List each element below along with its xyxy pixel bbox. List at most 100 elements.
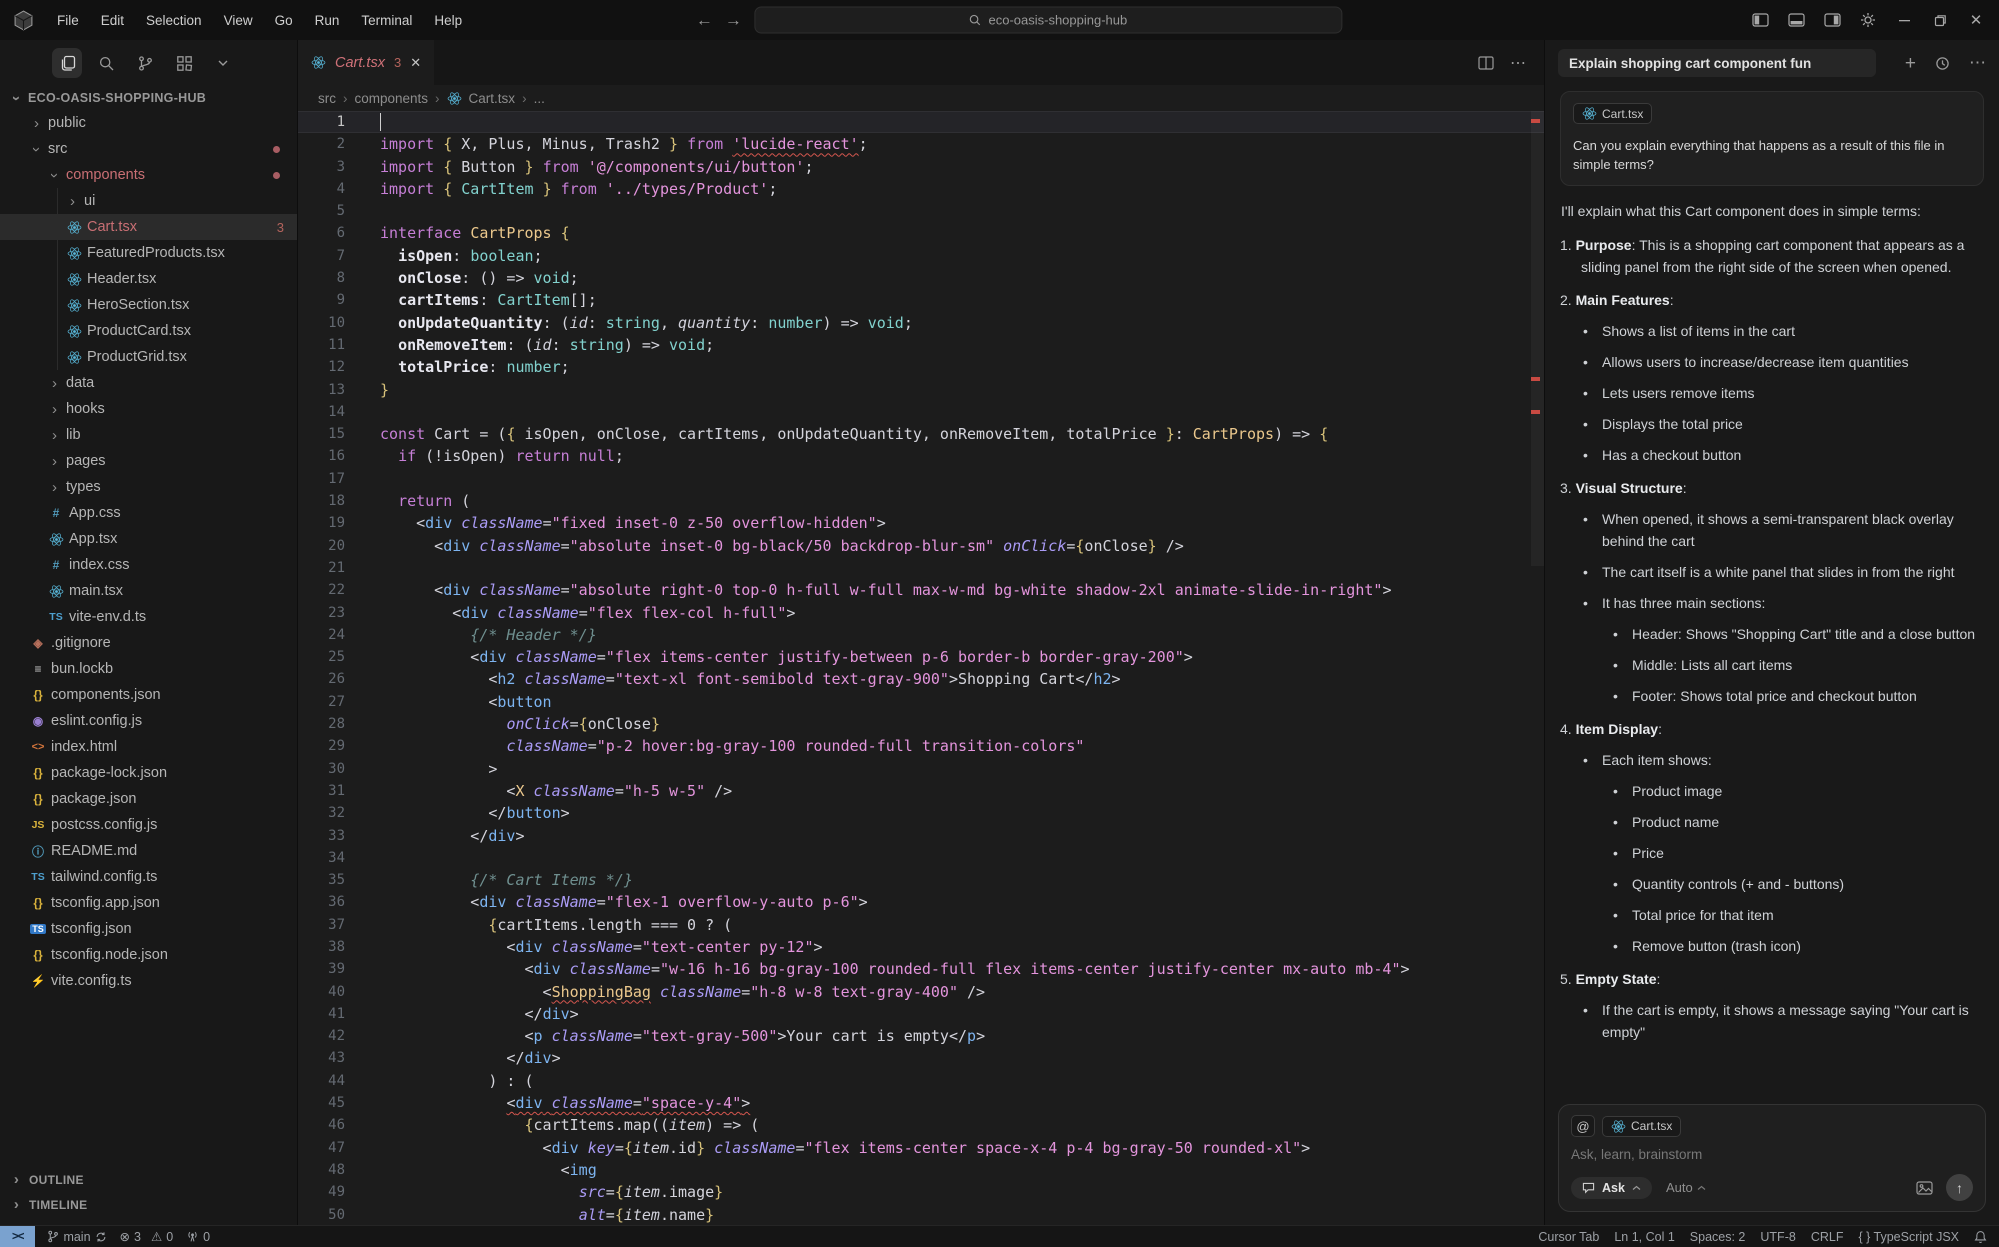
toggle-bottom-panel-icon[interactable] xyxy=(1779,5,1813,35)
tree-file-components-json[interactable]: {}components.json xyxy=(0,682,297,708)
tab-cart-tsx[interactable]: Cart.tsx 3 ✕ xyxy=(298,40,434,85)
chat-input-box[interactable]: @ Cart.tsx Ask, learn, brainstorm Ask Au… xyxy=(1558,1104,1986,1212)
menu-terminal[interactable]: Terminal xyxy=(351,9,422,32)
menu-file[interactable]: File xyxy=(47,9,89,32)
chat-input-placeholder[interactable]: Ask, learn, brainstorm xyxy=(1571,1147,1973,1162)
tree-folder-components[interactable]: ›components xyxy=(0,162,297,188)
status-spaces-2[interactable]: Spaces: 2 xyxy=(1690,1230,1746,1244)
tree-file-header-tsx[interactable]: Header.tsx xyxy=(0,266,297,292)
settings-gear-icon[interactable] xyxy=(1851,5,1885,35)
tree-folder-ui[interactable]: ›ui xyxy=(0,188,297,214)
ports-item[interactable]: 0 xyxy=(186,1230,210,1244)
tree-file-herosection-tsx[interactable]: HeroSection.tsx xyxy=(0,292,297,318)
tree-file-cart-tsx[interactable]: Cart.tsx3 xyxy=(0,214,297,240)
back-arrow[interactable]: ← xyxy=(696,12,713,29)
status-cursor-tab[interactable]: Cursor Tab xyxy=(1538,1230,1599,1244)
tree-file-tsconfig-json[interactable]: TStsconfig.json xyxy=(0,916,297,942)
new-chat-icon[interactable]: + xyxy=(1905,54,1916,73)
tree-folder-public[interactable]: ›public xyxy=(0,110,297,136)
input-context-chip[interactable]: Cart.tsx xyxy=(1602,1116,1681,1137)
remote-indicator[interactable]: >< xyxy=(0,1226,35,1247)
tree-folder-hooks[interactable]: ›hooks xyxy=(0,396,297,422)
split-editor-icon[interactable] xyxy=(1478,56,1494,70)
forward-arrow[interactable]: → xyxy=(725,12,742,29)
menu-view[interactable]: View xyxy=(214,9,263,32)
outline-panel-header[interactable]: ›OUTLINE xyxy=(0,1167,297,1192)
menu-go[interactable]: Go xyxy=(265,9,303,32)
bullet-text: When opened, it shows a semi-transparent… xyxy=(1602,508,1984,552)
status-ln-1-col-1[interactable]: Ln 1, Col 1 xyxy=(1614,1230,1674,1244)
model-selector[interactable]: Auto xyxy=(1666,1180,1706,1195)
mention-button[interactable]: @ xyxy=(1571,1115,1595,1137)
toggle-left-panel-icon[interactable] xyxy=(1743,5,1777,35)
line-content: <div className="absolute inset-0 bg-blac… xyxy=(380,535,1184,557)
breadcrumb-item-[interactable]: ... xyxy=(534,91,545,106)
tree-file-index-css[interactable]: #index.css xyxy=(0,552,297,578)
git-branch-item[interactable]: main xyxy=(47,1230,106,1244)
tree-file-eslint-config-js[interactable]: ◉eslint.config.js xyxy=(0,708,297,734)
breadcrumb-item-src[interactable]: src xyxy=(318,91,336,106)
chat-thread-title[interactable]: Explain shopping cart component fun xyxy=(1558,49,1876,77)
menu-selection[interactable]: Selection xyxy=(136,9,212,32)
tree-file-productcard-tsx[interactable]: ProductCard.tsx xyxy=(0,318,297,344)
tree-folder-pages[interactable]: ›pages xyxy=(0,448,297,474)
tree-file-package-lock-json[interactable]: {}package-lock.json xyxy=(0,760,297,786)
command-search-box[interactable]: eco-oasis-shopping-hub xyxy=(754,7,1342,34)
tree-file-vite-env-d-ts[interactable]: TSvite-env.d.ts xyxy=(0,604,297,630)
menu-edit[interactable]: Edit xyxy=(91,9,134,32)
tree-folder-src[interactable]: ›src xyxy=(0,136,297,162)
tree-folder-data[interactable]: ›data xyxy=(0,370,297,396)
breadcrumb-item-components[interactable]: components xyxy=(355,91,429,106)
search-panel-icon[interactable] xyxy=(91,48,121,78)
tree-file-app-tsx[interactable]: App.tsx xyxy=(0,526,297,552)
source-control-icon[interactable] xyxy=(130,48,160,78)
tab-close-icon[interactable]: ✕ xyxy=(410,55,421,71)
explorer-icon[interactable] xyxy=(52,48,82,78)
toggle-right-panel-icon[interactable] xyxy=(1815,5,1849,35)
close-button[interactable]: ✕ xyxy=(1959,5,1993,35)
status-typescript-jsx[interactable]: { } TypeScript JSX xyxy=(1858,1230,1959,1244)
tree-file-vite-config-ts[interactable]: ⚡vite.config.ts xyxy=(0,968,297,994)
tree-file-app-css[interactable]: #App.css xyxy=(0,500,297,526)
breadcrumb-item-cart-tsx[interactable]: Cart.tsx xyxy=(469,91,516,106)
workspace-root[interactable]: › ECO-OASIS-SHOPPING-HUB xyxy=(0,86,297,110)
more-views-chevron-icon[interactable] xyxy=(208,48,238,78)
tree-folder-lib[interactable]: ›lib xyxy=(0,422,297,448)
bullet-item: •Each item shows: xyxy=(1583,749,1984,771)
minimize-button[interactable] xyxy=(1887,5,1921,35)
tree-file-bun-lockb[interactable]: ≡bun.lockb xyxy=(0,656,297,682)
tree-file-postcss-config-js[interactable]: JSpostcss.config.js xyxy=(0,812,297,838)
editor-scrollbar[interactable] xyxy=(1531,111,1544,566)
editor-more-actions-icon[interactable]: ⋯ xyxy=(1510,53,1526,73)
context-file-chip[interactable]: Cart.tsx xyxy=(1573,103,1652,124)
chat-more-icon[interactable]: ⋯ xyxy=(1969,53,1986,73)
tree-file-productgrid-tsx[interactable]: ProductGrid.tsx xyxy=(0,344,297,370)
menu-run[interactable]: Run xyxy=(305,9,350,32)
tree-file-tailwind-config-ts[interactable]: TStailwind.config.ts xyxy=(0,864,297,890)
tree-file-index-html[interactable]: <>index.html xyxy=(0,734,297,760)
tree-file-package-json[interactable]: {}package.json xyxy=(0,786,297,812)
tree-file-main-tsx[interactable]: main.tsx xyxy=(0,578,297,604)
tree-folder-types[interactable]: ›types xyxy=(0,474,297,500)
extensions-icon[interactable] xyxy=(169,48,199,78)
status-utf-8[interactable]: UTF-8 xyxy=(1760,1230,1795,1244)
problems-item[interactable]: ⊗3 ⚠0 xyxy=(120,1229,174,1244)
notifications-bell-icon[interactable] xyxy=(1974,1230,1987,1244)
timeline-panel-header[interactable]: ›TIMELINE xyxy=(0,1192,297,1217)
status-crlf[interactable]: CRLF xyxy=(1811,1230,1844,1244)
file-label: vite.config.ts xyxy=(51,973,132,989)
history-icon[interactable] xyxy=(1935,56,1950,71)
tree-file-gitignore[interactable]: ◈.gitignore xyxy=(0,630,297,656)
mode-selector[interactable]: Ask xyxy=(1571,1177,1652,1199)
tree-file-tsconfig-app-json[interactable]: {}tsconfig.app.json xyxy=(0,890,297,916)
tree-file-readme-md[interactable]: ⓘREADME.md xyxy=(0,838,297,864)
restore-button[interactable] xyxy=(1923,5,1957,35)
send-button[interactable]: ↑ xyxy=(1946,1174,1973,1201)
menu-help[interactable]: Help xyxy=(424,9,472,32)
attach-image-icon[interactable] xyxy=(1916,1181,1933,1195)
tree-file-tsconfig-node-json[interactable]: {}tsconfig.node.json xyxy=(0,942,297,968)
tree-file-featuredproducts-tsx[interactable]: FeaturedProducts.tsx xyxy=(0,240,297,266)
code-line: 31 <X className="h-5 w-5" /> xyxy=(298,780,1544,802)
modified-dot-icon xyxy=(273,172,280,179)
code-area[interactable]: 12import { X, Plus, Minus, Trash2 } from… xyxy=(298,111,1544,1225)
